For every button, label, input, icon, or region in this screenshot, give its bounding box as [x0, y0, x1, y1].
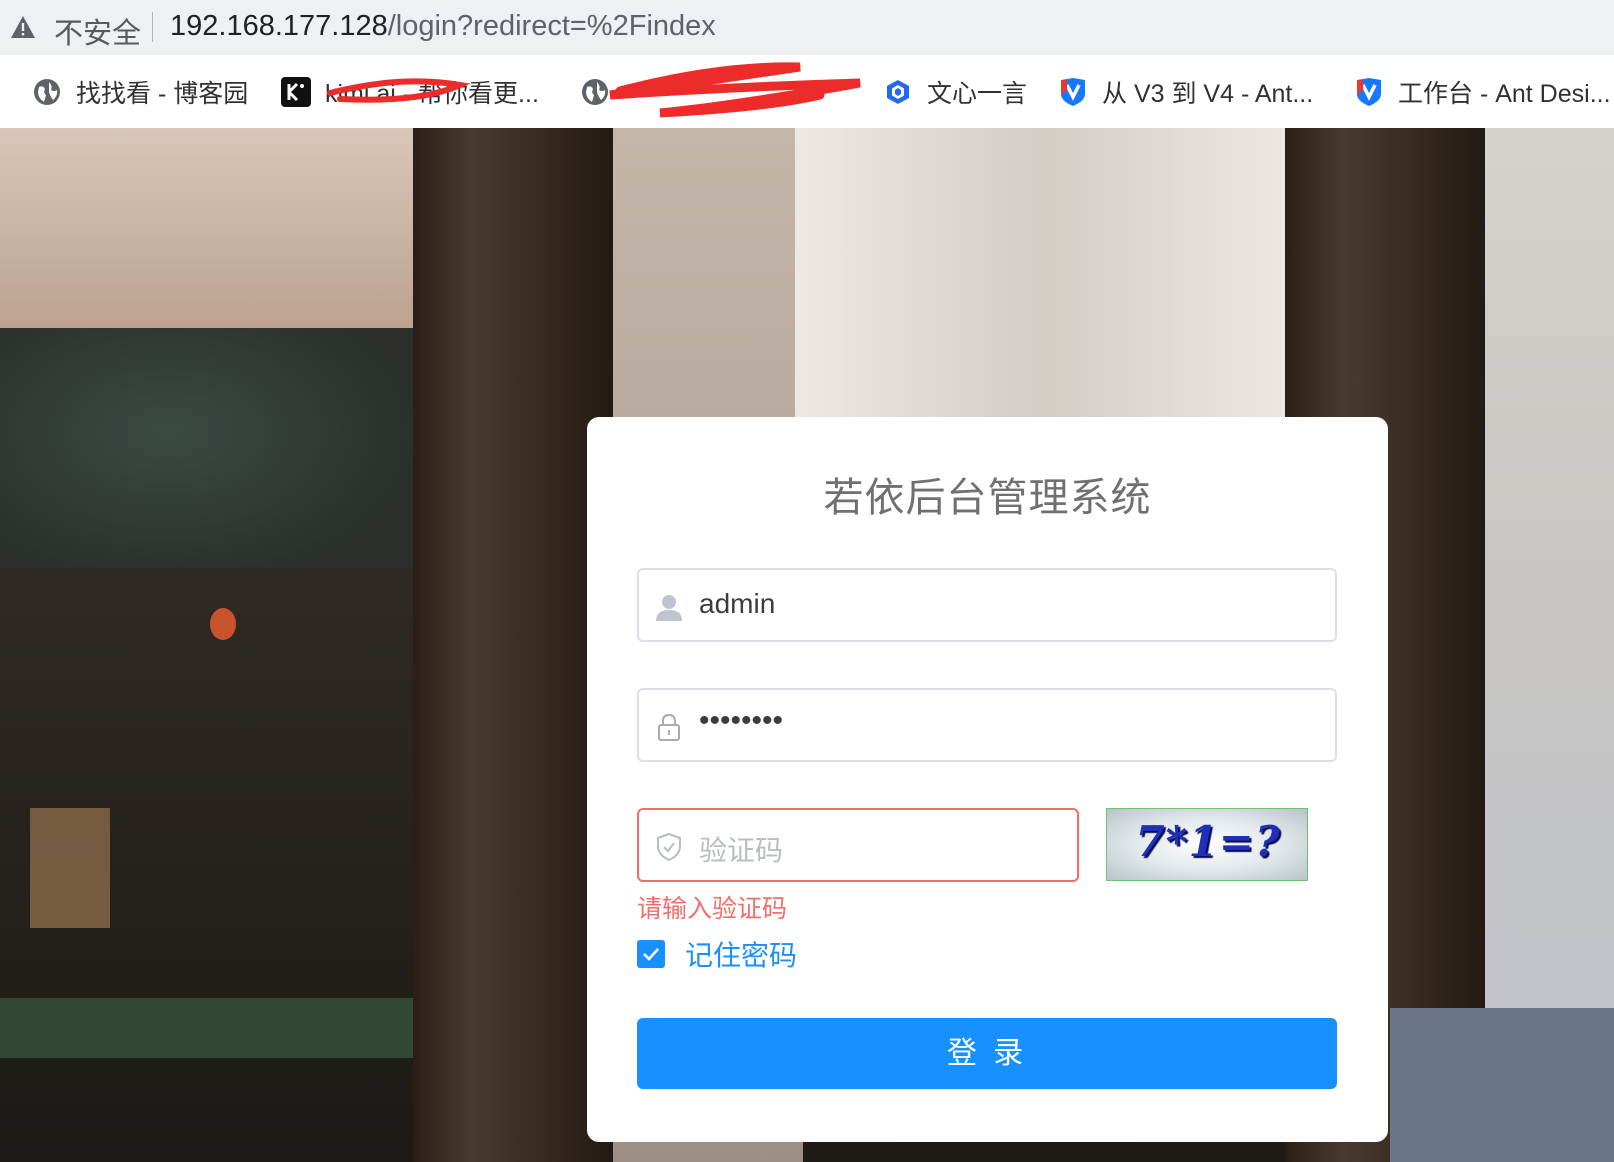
captcha-text: 7*1=? — [1135, 817, 1281, 866]
globe-icon — [580, 77, 610, 107]
bookmark-label: 找找看 - 博客园 — [76, 80, 249, 108]
checkbox-checked-icon[interactable] — [637, 940, 665, 968]
username-field[interactable]: admin — [637, 568, 1337, 642]
password-field[interactable]: •••••••• — [637, 688, 1337, 762]
ant-design-logo-icon — [1354, 77, 1384, 107]
divider — [152, 12, 153, 42]
captcha-image[interactable]: 7*1=? — [1106, 808, 1308, 881]
remember-label[interactable]: 记住密码 — [685, 934, 797, 974]
bookmark-item[interactable]: kimi.ai - 帮你看更... — [281, 73, 539, 111]
user-icon — [656, 595, 682, 621]
captcha-error-message: 请输入验证码 — [637, 895, 788, 923]
page-title: 若依后台管理系统 — [823, 476, 1152, 520]
captcha-field[interactable]: 验证码 — [637, 808, 1079, 882]
wenxin-logo-icon — [883, 77, 913, 107]
login-button[interactable]: 登 录 — [637, 1018, 1337, 1089]
warning-icon[interactable] — [10, 14, 36, 40]
bookmark-item[interactable]: 从 V3 到 V4 - Ant... — [1058, 73, 1313, 111]
bookmark-item[interactable] — [580, 73, 624, 111]
bookmark-label: 工作台 - Ant Desi... — [1398, 80, 1611, 108]
login-card: 若依后台管理系统 admin •••••••• 验证码 7*1=? 请输入验证码… — [587, 417, 1388, 1142]
globe-icon — [32, 77, 62, 107]
url-host: 192.168.177.128 — [170, 10, 388, 42]
bookmark-label: kimi.ai - 帮你看更... — [325, 80, 539, 108]
bookmark-label: 从 V3 到 V4 - Ant... — [1102, 80, 1314, 108]
address-bar[interactable]: 不安全 192.168.177.128/login?redirect=%2Fin… — [0, 0, 1614, 55]
bookmark-item[interactable]: 文心一言 — [883, 73, 1027, 111]
bookmark-label: 文心一言 — [927, 80, 1028, 108]
ant-design-logo-icon — [1058, 77, 1088, 107]
lock-icon — [658, 713, 680, 741]
url-text[interactable]: 192.168.177.128/login?redirect=%2Findex — [170, 10, 716, 43]
username-value: admin — [699, 588, 776, 619]
url-path: /login?redirect=%2Findex — [387, 10, 716, 42]
bookmark-item[interactable]: 找找看 - 博客园 — [32, 73, 248, 111]
captcha-placeholder: 验证码 — [699, 835, 784, 866]
kimi-logo-icon — [281, 77, 311, 107]
bookmarks-bar: 找找看 - 博客园 kimi.ai - 帮你看更... 文心一言 从 V3 到 … — [0, 55, 1614, 129]
password-value: •••••••• — [699, 704, 784, 737]
security-label[interactable]: 不安全 — [54, 10, 141, 52]
remember-checkbox[interactable]: 记住密码 — [637, 934, 797, 974]
shield-check-icon — [657, 832, 681, 862]
bookmark-item[interactable]: 工作台 - Ant Desi... — [1354, 73, 1611, 111]
